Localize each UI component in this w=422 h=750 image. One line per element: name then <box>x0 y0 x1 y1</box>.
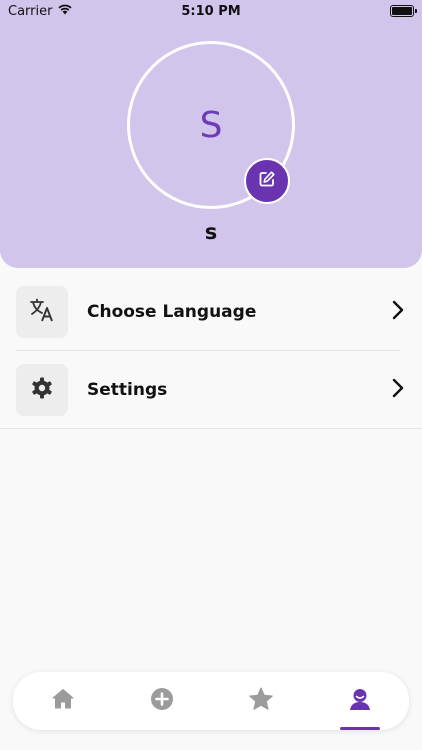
wifi-icon <box>57 3 73 19</box>
edit-icon <box>258 170 276 192</box>
home-icon <box>51 687 75 715</box>
bottom-nav <box>13 672 409 730</box>
avatar-initial: S <box>199 104 223 146</box>
profile-header: S s <box>0 0 422 268</box>
chevron-right-icon <box>392 300 404 324</box>
profile-icon <box>348 687 372 715</box>
plus-circle-icon <box>150 687 174 715</box>
edit-avatar-button[interactable] <box>244 158 290 204</box>
menu-item-choose-language[interactable]: Choose Language <box>0 274 422 350</box>
menu-icon-box <box>16 286 68 338</box>
menu-list: Choose Language Settings <box>0 274 422 429</box>
divider <box>0 428 422 429</box>
battery-icon <box>390 5 417 17</box>
menu-item-settings[interactable]: Settings <box>0 351 422 428</box>
status-bar: Carrier 5:10 PM <box>0 0 422 22</box>
tab-home[interactable] <box>13 672 112 730</box>
carrier-label: Carrier <box>8 3 53 19</box>
chevron-right-icon <box>392 378 404 402</box>
gear-icon <box>30 376 54 404</box>
tab-favorites[interactable] <box>211 672 310 730</box>
menu-icon-box <box>16 363 68 416</box>
translate-icon <box>29 297 55 327</box>
star-icon <box>248 686 274 716</box>
menu-item-label: Settings <box>87 379 168 400</box>
active-tab-indicator <box>339 727 380 730</box>
menu-item-label: Choose Language <box>87 302 257 322</box>
tab-profile[interactable] <box>310 672 409 730</box>
profile-name: s <box>204 220 218 244</box>
tab-add[interactable] <box>112 672 211 730</box>
